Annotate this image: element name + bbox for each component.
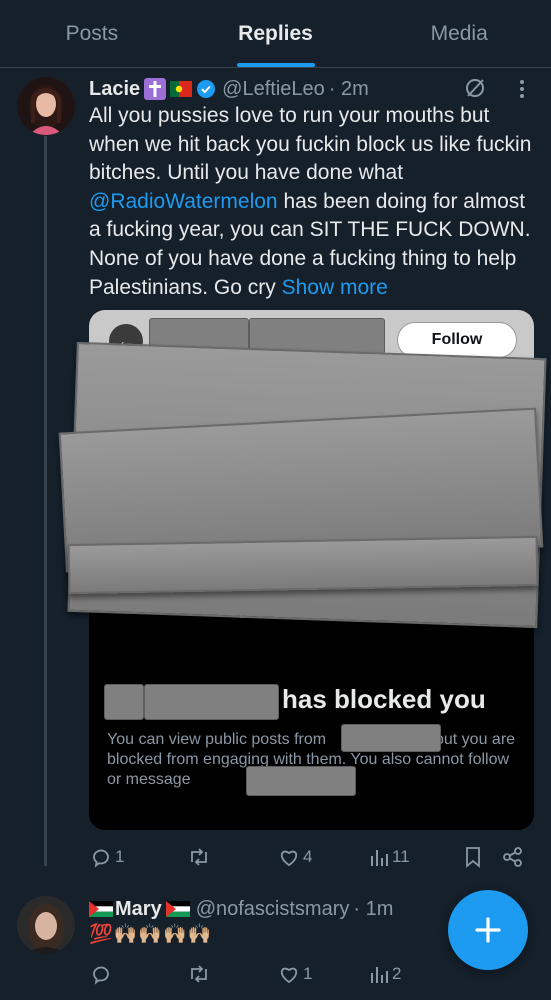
display-name[interactable]: Lacie [89, 78, 140, 101]
repost-button[interactable] [187, 846, 214, 868]
display-name[interactable]: Mary [115, 898, 162, 921]
views-button[interactable]: 2 [369, 963, 401, 985]
avatar[interactable] [17, 896, 75, 954]
compose-post-button[interactable] [448, 890, 528, 970]
like-button[interactable]: 1 [278, 963, 312, 985]
bookmark-button[interactable] [464, 846, 482, 868]
redaction-box [246, 766, 356, 796]
blocked-title: has blocked you [282, 684, 486, 714]
redaction-box [144, 684, 279, 720]
user-handle[interactable]: @nofascistsmary [196, 898, 350, 921]
tab-replies[interactable]: Replies [184, 0, 368, 67]
thread-connector-line [44, 136, 47, 866]
like-button[interactable]: 4 [278, 846, 312, 868]
views-button[interactable]: 11 [369, 846, 410, 868]
reply-button[interactable]: 1 [90, 846, 124, 868]
tab-posts[interactable]: Posts [0, 0, 184, 67]
redaction-slab [67, 535, 539, 595]
show-more-link[interactable]: Show more [282, 276, 388, 299]
portugal-flag-emoji [170, 81, 193, 97]
plus-icon [475, 917, 501, 943]
grok-icon[interactable] [463, 76, 487, 100]
profile-tabs: Posts Replies Media [0, 0, 551, 68]
embedded-follow-button: Follow [397, 322, 517, 358]
tab-media[interactable]: Media [367, 0, 551, 67]
latin-cross-emoji [144, 78, 167, 100]
redaction-box [104, 684, 144, 720]
post-header: Mary @nofascistsmary · 1m [89, 896, 393, 922]
redaction-box [341, 724, 441, 752]
share-icon[interactable] [502, 846, 524, 868]
post-time: · 2m [328, 77, 369, 100]
active-tab-indicator [236, 63, 315, 67]
palestine-flag-emoji [165, 901, 190, 917]
post-time: · 1m [353, 897, 394, 920]
verified-badge-icon [196, 79, 216, 99]
avatar[interactable] [17, 77, 75, 135]
repost-button[interactable] [187, 963, 214, 985]
post-header: Lacie @LeftieLeo · 2m [89, 76, 369, 102]
reply-button[interactable] [90, 963, 115, 985]
more-options-icon[interactable] [518, 78, 526, 100]
post-text: All you pussies love to run your mouths … [89, 104, 532, 299]
palestine-flag-emoji [89, 901, 113, 917]
post-text: 💯🙌🏼🙌🏼🙌🏼🙌🏼 [89, 924, 213, 945]
mention-link[interactable]: @RadioWatermelon [89, 190, 278, 213]
user-handle[interactable]: @LeftieLeo [222, 78, 325, 101]
